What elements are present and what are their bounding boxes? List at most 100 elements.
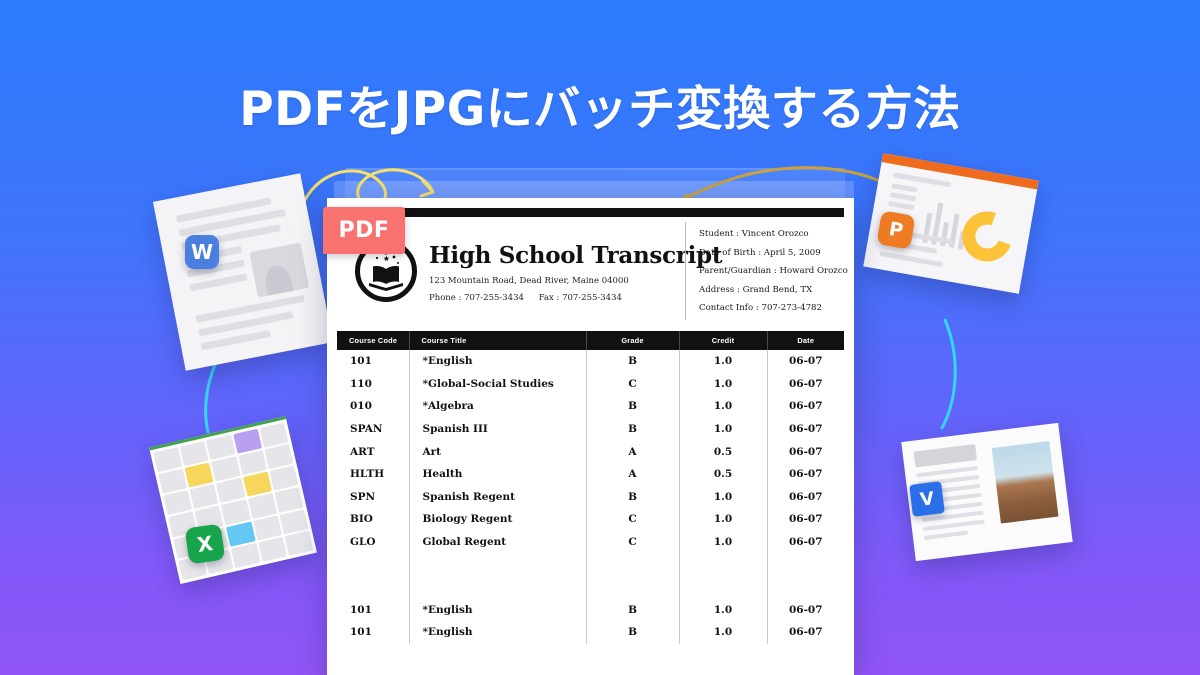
cell-code: ART <box>350 445 375 458</box>
col-header-course-title: Course Title <box>408 331 586 350</box>
cell-title: Spanish Regent <box>408 485 586 509</box>
table-row: 110 *Global-Social Studies C 1.0 06-07 <box>337 372 844 396</box>
cell-grade: C <box>585 530 679 554</box>
cell-credit: 0.5 <box>678 440 767 463</box>
cell-date: 06-07 <box>766 621 844 644</box>
transcript-document: High School Transcript 123 Mountain Road… <box>327 198 854 675</box>
cell-code: 101 <box>350 626 372 639</box>
cell-credit <box>678 575 767 599</box>
cell-date: 06-07 <box>766 508 844 531</box>
cell-code: 101 <box>350 355 372 368</box>
cell-grade: B <box>585 621 679 644</box>
cell-grade: A <box>585 440 679 463</box>
page-title: PDFをJPGにバッチ変換する方法 <box>239 82 961 137</box>
table-body: 101 *English B 1.0 06-07 110 *Global-Social St… <box>337 350 844 644</box>
table-header-row: Course Code Course Title Grade Credit Da… <box>337 331 844 350</box>
cell-title: Global Regent <box>408 530 586 554</box>
cell-grade: C <box>585 372 679 396</box>
table-row-spacer <box>337 575 844 599</box>
cell-credit: 1.0 <box>678 395 767 418</box>
cell-credit: 1.0 <box>678 621 767 644</box>
cell-date: 06-07 <box>766 440 844 463</box>
excel-badge: X <box>184 523 226 565</box>
cell-credit <box>678 553 767 576</box>
school-address: 123 Mountain Road, Dead River, Maine 040… <box>429 276 629 286</box>
cell-date: 06-07 <box>766 485 844 509</box>
cell-date: 06-07 <box>766 372 844 396</box>
cell-title: Art <box>408 440 586 463</box>
excel-file-card <box>149 416 317 584</box>
landscape-photo <box>991 441 1059 524</box>
word-image-placeholder <box>249 242 310 298</box>
cell-grade: B <box>585 598 679 622</box>
cell-title: *Global-Social Studies <box>408 372 586 396</box>
excel-grid <box>149 416 317 584</box>
cell-date: 06-07 <box>766 530 844 554</box>
school-contacts: Phone : 707-255-3434 Fax : 707-255-3434 <box>429 293 722 303</box>
cell-title: Biology Regent <box>408 508 586 531</box>
cell-code: 010 <box>350 400 372 413</box>
cell-date <box>766 553 844 576</box>
table-row: 101 *English B 1.0 06-07 <box>337 598 844 622</box>
cell-grade: C <box>585 508 679 531</box>
cell-code: BIO <box>350 513 373 526</box>
cell-title <box>408 553 586 576</box>
col-header-grade: Grade <box>585 331 679 350</box>
cell-title: *Algebra <box>408 395 586 418</box>
cell-grade: B <box>585 485 679 509</box>
cell-code <box>337 576 409 599</box>
donut-chart-icon <box>954 203 1021 270</box>
document-header: High School Transcript 123 Mountain Road… <box>337 222 848 329</box>
cell-grade: A <box>585 462 679 486</box>
table-row: 101 *English B 1.0 06-07 <box>337 621 844 644</box>
table-row: GLO Global Regent C 1.0 06-07 <box>337 530 844 554</box>
word-sheet <box>152 173 334 371</box>
cell-credit: 1.0 <box>678 485 767 509</box>
word-file-card <box>152 173 334 371</box>
cell-code: GLO <box>350 536 376 549</box>
cell-title: Spanish III <box>408 417 586 441</box>
cell-credit: 1.0 <box>678 417 767 441</box>
cell-credit: 1.0 <box>678 598 767 622</box>
arc-right <box>940 318 957 430</box>
school-phone: Phone : 707-255-3434 <box>429 293 524 303</box>
cell-date: 06-07 <box>766 417 844 441</box>
document-top-rule <box>337 208 844 217</box>
table-row-spacer <box>337 553 844 576</box>
cell-title: *English <box>408 621 586 644</box>
school-fax: Fax : 707-255-3434 <box>538 293 622 303</box>
cell-grade: B <box>585 417 679 441</box>
cell-code: SPAN <box>350 423 383 436</box>
cell-credit: 1.0 <box>678 372 767 396</box>
student-contact: Contact Info : 707-273-4782 <box>699 303 822 314</box>
student-dob: Date of Birth : April 5, 2009 <box>699 247 821 258</box>
powerpoint-badge: P <box>876 210 916 250</box>
col-header-credit: Credit <box>678 331 767 350</box>
cell-grade: B <box>585 395 679 418</box>
cell-credit: 1.0 <box>678 530 767 554</box>
student-name: Student : Vincent Orozco <box>699 229 809 239</box>
cell-grade: B <box>585 350 679 373</box>
cell-date: 06-07 <box>766 395 844 418</box>
table-row: BIO Biology Regent C 1.0 06-07 <box>337 508 844 531</box>
cell-code <box>337 553 409 576</box>
transcript-table: Course Code Course Title Grade Credit Da… <box>337 331 844 644</box>
cell-title <box>408 575 586 599</box>
cell-date: 06-07 <box>766 598 844 622</box>
table-row: 101 *English B 1.0 06-07 <box>337 350 844 373</box>
table-row: ART Art A 0.5 06-07 <box>337 440 844 463</box>
pdf-badge: PDF <box>323 207 405 254</box>
photo-badge: V <box>909 481 945 517</box>
cell-grade <box>585 553 679 576</box>
cell-date: 06-07 <box>766 462 844 486</box>
col-header-course-code: Course Code <box>337 331 409 350</box>
table-row: HLTH Health A 0.5 06-07 <box>337 462 844 486</box>
cell-title: Health <box>408 462 586 486</box>
poster-canvas: PDFをJPGにバッチ変換する方法 W X P V High School Tr… <box>0 0 1200 675</box>
cell-code: 101 <box>350 603 372 616</box>
cell-title: *English <box>408 350 586 373</box>
cell-title: *English <box>408 598 586 622</box>
table-row: 010 *Algebra B 1.0 06-07 <box>337 395 844 418</box>
cell-code: 110 <box>350 377 372 390</box>
word-badge: W <box>185 235 219 269</box>
